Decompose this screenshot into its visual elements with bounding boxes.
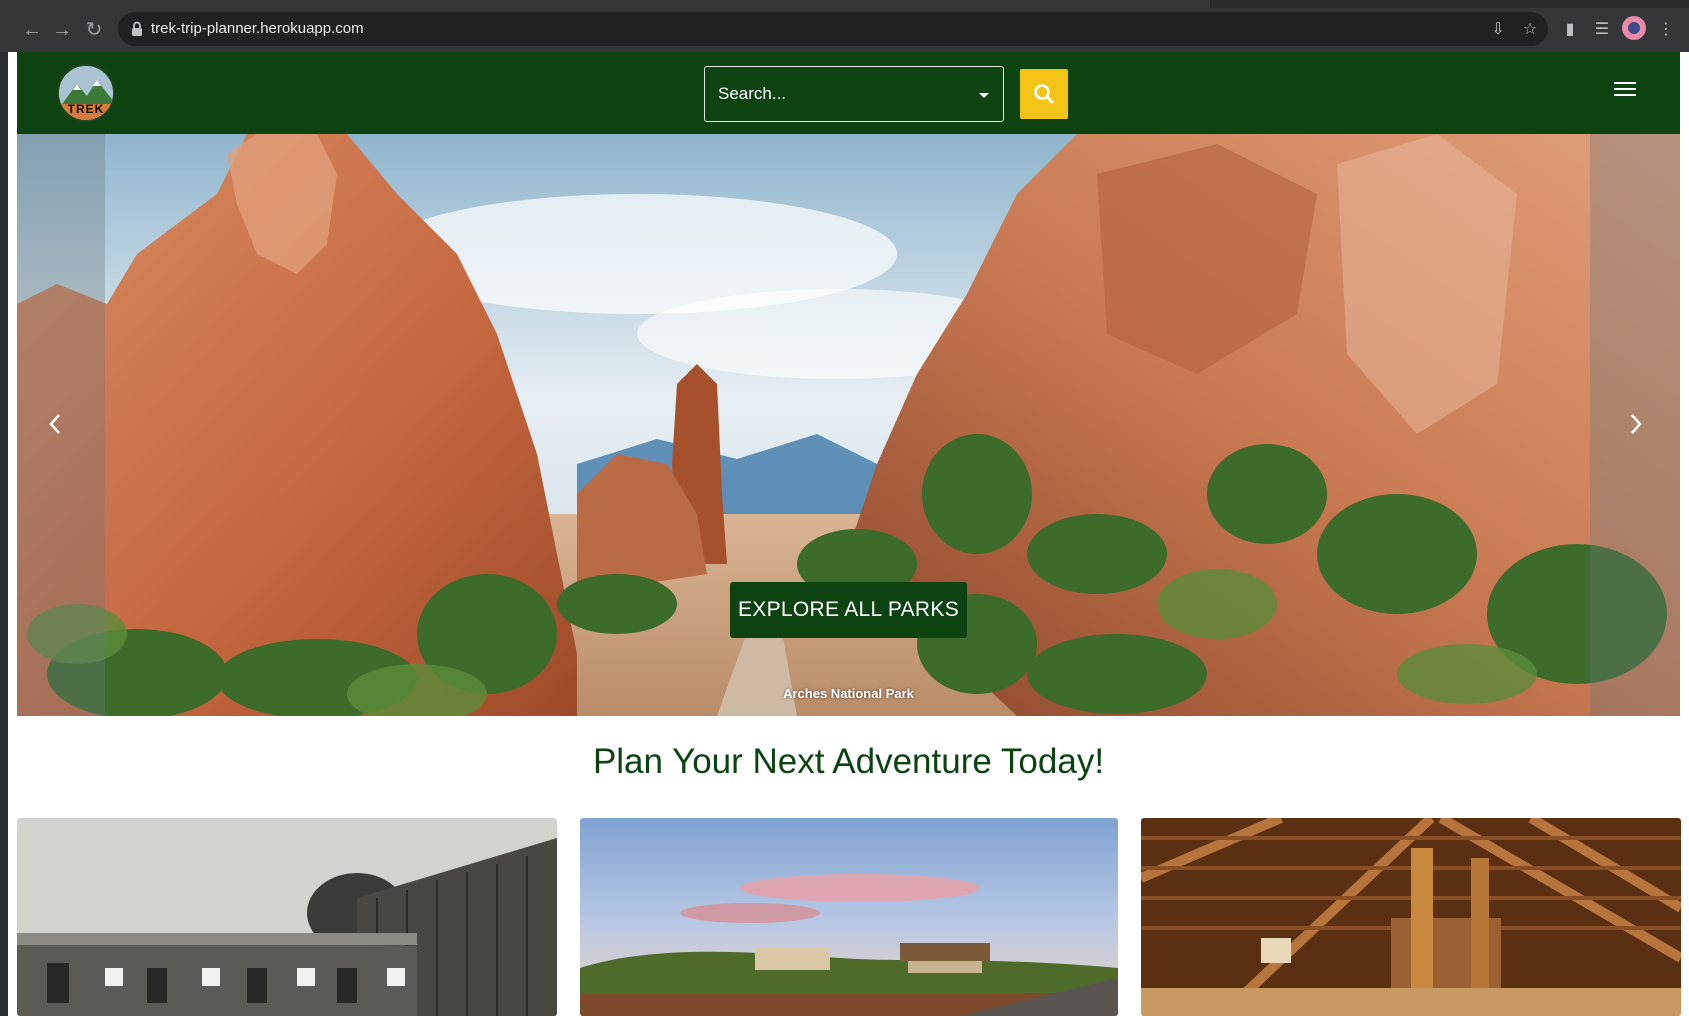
hamburger-menu-icon[interactable] [1614, 82, 1636, 102]
carousel-prev-button[interactable] [17, 134, 105, 716]
hero-carousel: EXPLORE ALL PARKS Arches National Park [17, 134, 1680, 716]
lock-icon [132, 21, 142, 36]
avatar[interactable] [1622, 16, 1646, 40]
search-input[interactable]: Search... [704, 66, 1004, 122]
back-arrow-icon[interactable]: ← [18, 16, 46, 44]
forward-arrow-icon[interactable]: → [48, 16, 76, 44]
site-navbar: TREK Search... [17, 52, 1680, 134]
window-edge [0, 52, 8, 1016]
chevron-right-icon [1631, 414, 1642, 434]
card-image [580, 818, 1118, 1016]
chevron-down-icon[interactable] [979, 93, 989, 98]
search-placeholder: Search... [718, 84, 787, 103]
install-icon[interactable]: ⇩ [1484, 16, 1512, 44]
more-icon[interactable]: ⋮ [1652, 16, 1680, 44]
trek-logo[interactable]: TREK [57, 64, 115, 122]
star-icon[interactable]: ☆ [1516, 16, 1544, 44]
adventure-card[interactable] [17, 818, 557, 1016]
active-tab[interactable] [0, 0, 1210, 8]
card-image [1141, 818, 1681, 1016]
adventure-card[interactable] [1141, 818, 1681, 1016]
page-title: Plan Your Next Adventure Today! [592, 742, 1105, 781]
url-text[interactable]: trek-trip-planner.herokuapp.com [151, 17, 364, 41]
carousel-next-button[interactable] [1590, 134, 1680, 716]
browser-chrome: ← → ↻ trek-trip-planner.herokuapp.com ⇩ … [0, 0, 1689, 52]
chevron-left-icon [49, 414, 60, 434]
logo-text: TREK [67, 102, 105, 116]
tab-strip [0, 0, 1689, 8]
reload-icon[interactable]: ↻ [80, 16, 108, 44]
extensions-icon[interactable]: ▮ [1556, 16, 1584, 44]
carousel-caption: Arches National Park [783, 686, 914, 701]
card-image [17, 818, 557, 1016]
explore-all-parks-button[interactable]: EXPLORE ALL PARKS [730, 582, 967, 638]
page-viewport: TREK Search... EXPLORE ALL PARKS Arches … [8, 52, 1689, 1016]
media-icon[interactable]: ☰ [1588, 16, 1616, 44]
search-icon [1034, 84, 1054, 104]
search-button[interactable] [1020, 69, 1068, 119]
adventure-card[interactable] [580, 818, 1118, 1016]
